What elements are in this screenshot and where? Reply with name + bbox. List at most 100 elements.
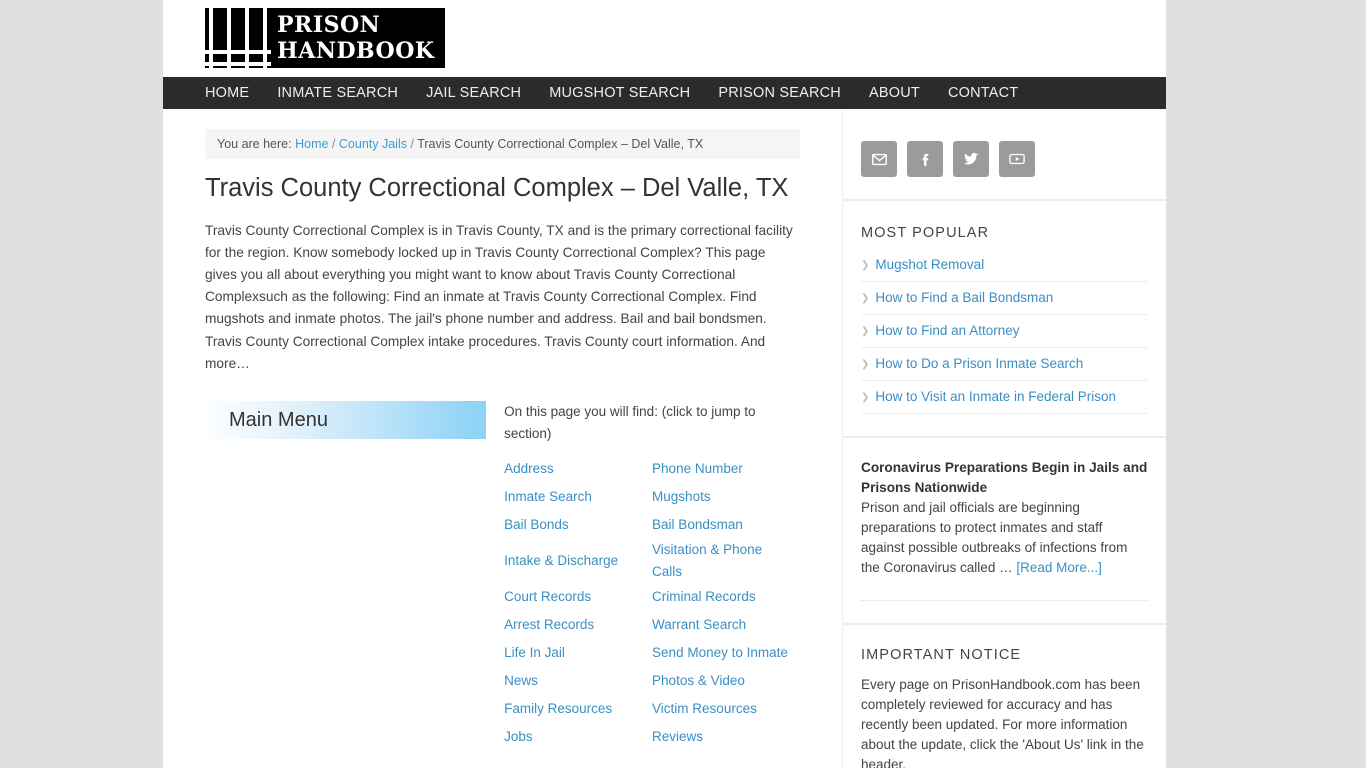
page-columns: You are here: Home / County Jails / Trav… bbox=[163, 109, 1166, 768]
jump-cell-right: Criminal Records bbox=[652, 583, 800, 611]
jump-link-criminal-records[interactable]: Criminal Records bbox=[652, 586, 756, 608]
jump-row: Jobs Reviews bbox=[504, 723, 800, 751]
breadcrumb-prefix: You are here: bbox=[217, 137, 292, 151]
main-menu-column: Main Menu bbox=[205, 401, 504, 751]
jump-link-news[interactable]: News bbox=[504, 670, 538, 692]
widget-social bbox=[843, 119, 1166, 200]
facebook-icon[interactable] bbox=[907, 141, 943, 177]
intro-paragraph: Travis County Correctional Complex is in… bbox=[205, 222, 793, 371]
jump-row: Inmate Search Mugshots bbox=[504, 483, 800, 511]
nav-item-prison-search[interactable]: PRISON SEARCH bbox=[704, 77, 855, 109]
jump-link-bail-bonds[interactable]: Bail Bonds bbox=[504, 514, 569, 536]
nav-item-mugshot-search[interactable]: MUGSHOT SEARCH bbox=[535, 77, 704, 109]
jump-links-intro: On this page you will find: (click to ju… bbox=[504, 404, 756, 442]
important-notice-text: Every page on PrisonHandbook.com has bee… bbox=[861, 677, 1144, 768]
jump-cell-left: News bbox=[504, 667, 652, 695]
chevron-right-icon: ❯ bbox=[861, 260, 870, 271]
most-popular-list: ❯ Mugshot Removal ❯ How to Find a Bail Bon… bbox=[861, 249, 1148, 414]
sidebar: MOST POPULAR ❯ Mugshot Removal ❯ How to Fi… bbox=[842, 109, 1166, 768]
jump-link-intake-discharge[interactable]: Intake & Discharge bbox=[504, 550, 618, 572]
list-item: ❯ How to Find an Attorney bbox=[861, 315, 1148, 348]
jump-cell-right: Visitation & Phone Calls bbox=[652, 539, 800, 583]
jump-cell-left: Arrest Records bbox=[504, 611, 652, 639]
jump-link-phone-number[interactable]: Phone Number bbox=[652, 458, 743, 480]
twitter-icon[interactable] bbox=[953, 141, 989, 177]
list-item: ❯ How to Visit an Inmate in Federal Priso… bbox=[861, 381, 1148, 414]
popular-link-find-attorney[interactable]: How to Find an Attorney bbox=[875, 323, 1019, 338]
jump-row: Court Records Criminal Records bbox=[504, 583, 800, 611]
site-logo[interactable]: PRISON HANDBOOK bbox=[205, 8, 445, 68]
jump-link-photos-video[interactable]: Photos & Video bbox=[652, 670, 745, 692]
logo-wordmark: PRISON HANDBOOK bbox=[277, 12, 435, 64]
jump-link-jobs[interactable]: Jobs bbox=[504, 726, 533, 748]
jump-cell-left: Address bbox=[504, 455, 652, 483]
popular-link-mugshot-removal[interactable]: Mugshot Removal bbox=[875, 257, 984, 272]
jump-links-column: On this page you will find: (click to ju… bbox=[504, 401, 800, 751]
chevron-right-icon: ❯ bbox=[861, 293, 870, 304]
breadcrumb-separator-2: / bbox=[410, 137, 414, 151]
jump-cell-right: Warrant Search bbox=[652, 611, 800, 639]
nav-item-jail-search[interactable]: JAIL SEARCH bbox=[412, 77, 535, 109]
breadcrumb-separator-1: / bbox=[331, 137, 336, 151]
breadcrumb-category-link[interactable]: County Jails bbox=[339, 137, 407, 151]
jump-link-send-money-to-inmate[interactable]: Send Money to Inmate bbox=[652, 642, 788, 664]
jump-row: Arrest Records Warrant Search bbox=[504, 611, 800, 639]
menu-and-jumplinks: Main Menu On this page you will find: (c… bbox=[205, 401, 800, 751]
featured-post-excerpt: Prison and jail officials are beginning … bbox=[861, 498, 1148, 578]
main-navigation: HOME INMATE SEARCH JAIL SEARCH MUGSHOT S… bbox=[163, 77, 1166, 109]
jump-row: Life In Jail Send Money to Inmate bbox=[504, 639, 800, 667]
popular-link-find-bail-bondsman[interactable]: How to Find a Bail Bondsman bbox=[875, 290, 1053, 305]
read-more-link[interactable]: [Read More...] bbox=[1016, 560, 1102, 575]
chevron-right-icon: ❯ bbox=[861, 326, 870, 337]
widget-important-notice: IMPORTANT NOTICE Every page on PrisonHan… bbox=[843, 624, 1166, 768]
widget-featured-post: Coronavirus Preparations Begin in Jails … bbox=[843, 437, 1166, 624]
jump-link-arrest-records[interactable]: Arrest Records bbox=[504, 614, 594, 636]
site-container: PRISON HANDBOOK HOME INMATE SEARCH JAIL … bbox=[163, 0, 1166, 768]
important-notice-title: IMPORTANT NOTICE bbox=[861, 647, 1022, 663]
jump-row: Intake & Discharge Visitation & Phone Ca… bbox=[504, 539, 800, 583]
popular-link-visit-inmate-federal-prison[interactable]: How to Visit an Inmate in Federal Prison bbox=[875, 389, 1116, 404]
jump-cell-left: Family Resources bbox=[504, 695, 652, 723]
jump-link-visitation-phone-calls[interactable]: Visitation & Phone Calls bbox=[652, 539, 772, 583]
featured-post-title[interactable]: Coronavirus Preparations Begin in Jails … bbox=[861, 458, 1148, 498]
list-item: ❯ How to Do a Prison Inmate Search bbox=[861, 348, 1148, 381]
breadcrumb: You are here: Home / County Jails / Trav… bbox=[205, 129, 800, 159]
jump-cell-left: Inmate Search bbox=[504, 483, 652, 511]
main-content: You are here: Home / County Jails / Trav… bbox=[163, 109, 842, 768]
main-menu-label: Main Menu bbox=[229, 408, 328, 431]
jump-link-life-in-jail[interactable]: Life In Jail bbox=[504, 642, 565, 664]
nav-item-home[interactable]: HOME bbox=[205, 77, 263, 109]
prison-bars-icon bbox=[205, 8, 271, 68]
page-title: Travis County Correctional Complex – Del… bbox=[205, 174, 789, 202]
jump-links-table: Address Phone Number Inmate Search Mugsh… bbox=[504, 455, 800, 751]
jump-link-court-records[interactable]: Court Records bbox=[504, 586, 591, 608]
jump-link-warrant-search[interactable]: Warrant Search bbox=[652, 614, 746, 636]
jump-cell-right: Bail Bondsman bbox=[652, 511, 800, 539]
jump-link-bail-bondsman[interactable]: Bail Bondsman bbox=[652, 514, 743, 536]
jump-link-inmate-search[interactable]: Inmate Search bbox=[504, 486, 592, 508]
popular-link-prison-inmate-search[interactable]: How to Do a Prison Inmate Search bbox=[875, 356, 1083, 371]
nav-item-inmate-search[interactable]: INMATE SEARCH bbox=[263, 77, 412, 109]
jump-cell-right: Reviews bbox=[652, 723, 800, 751]
chevron-right-icon: ❯ bbox=[861, 359, 870, 370]
email-icon[interactable] bbox=[861, 141, 897, 177]
jump-link-reviews[interactable]: Reviews bbox=[652, 726, 703, 748]
breadcrumb-home-link[interactable]: Home bbox=[295, 137, 328, 151]
jump-link-mugshots[interactable]: Mugshots bbox=[652, 486, 711, 508]
divider bbox=[861, 600, 1148, 601]
youtube-icon[interactable] bbox=[999, 141, 1035, 177]
nav-item-about[interactable]: ABOUT bbox=[855, 77, 934, 109]
jump-cell-left: Life In Jail bbox=[504, 639, 652, 667]
jump-cell-left: Jobs bbox=[504, 723, 652, 751]
list-item: ❯ Mugshot Removal bbox=[861, 249, 1148, 282]
site-header: PRISON HANDBOOK bbox=[163, 0, 1166, 77]
social-icons-row bbox=[861, 141, 1148, 177]
jump-link-family-resources[interactable]: Family Resources bbox=[504, 698, 612, 720]
jump-link-victim-resources[interactable]: Victim Resources bbox=[652, 698, 757, 720]
jump-cell-left: Court Records bbox=[504, 583, 652, 611]
nav-item-contact[interactable]: CONTACT bbox=[934, 77, 1032, 109]
chevron-right-icon: ❯ bbox=[861, 392, 870, 403]
main-menu-header[interactable]: Main Menu bbox=[205, 401, 487, 440]
jump-link-address[interactable]: Address bbox=[504, 458, 554, 480]
breadcrumb-current: Travis County Correctional Complex – Del… bbox=[417, 137, 704, 151]
